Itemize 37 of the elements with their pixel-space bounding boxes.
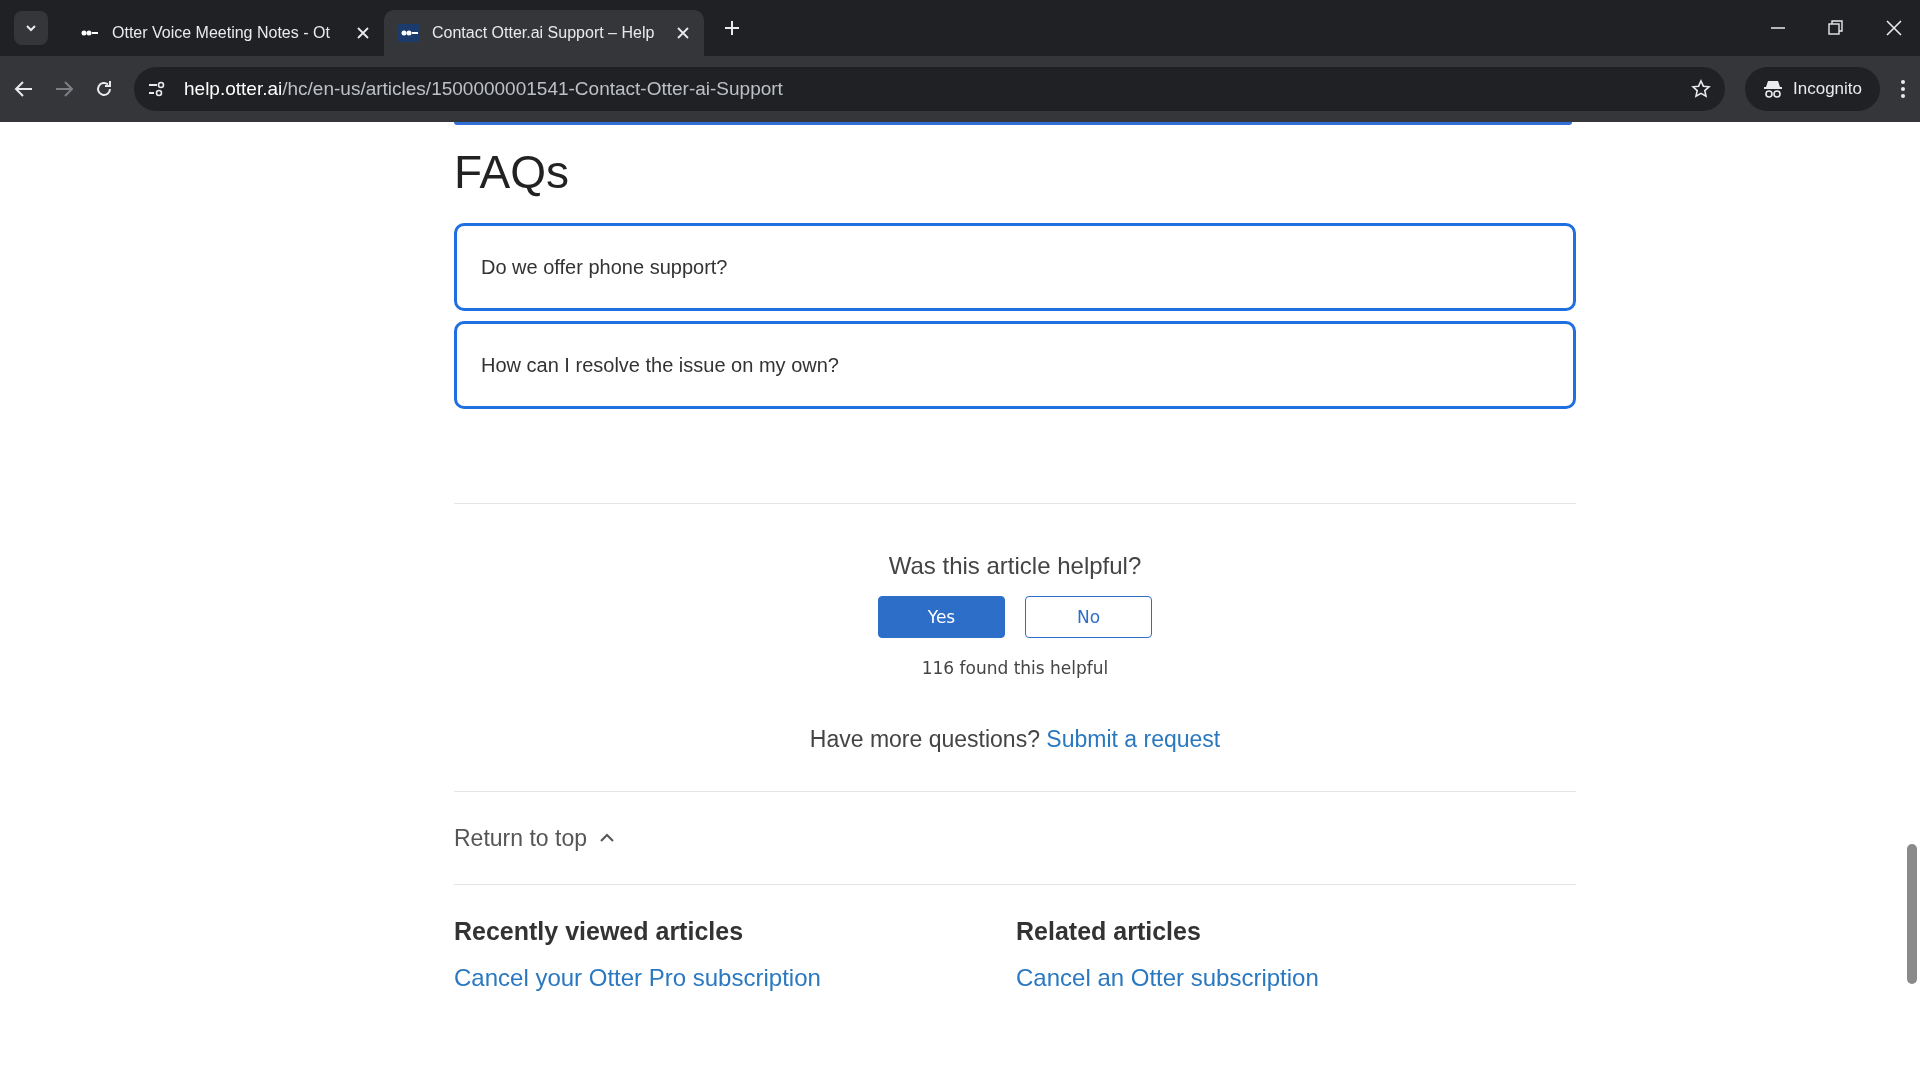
- article-link[interactable]: Cancel an Otter subscription: [1016, 964, 1319, 991]
- return-to-top-link[interactable]: Return to top: [454, 824, 587, 852]
- browser-tab[interactable]: Contact Otter.ai Support – Help: [384, 10, 704, 56]
- chevron-up-icon: [598, 832, 615, 844]
- forward-icon[interactable]: [54, 79, 74, 99]
- list-heading: Recently viewed articles: [454, 917, 745, 946]
- more-questions-text: Have more questions?: [809, 726, 1041, 752]
- submit-request-link[interactable]: Submit a request: [1046, 726, 1221, 752]
- helpful-count: 116 found this helpful: [920, 658, 1110, 678]
- close-icon[interactable]: [1886, 20, 1902, 36]
- more-menu-icon[interactable]: [1900, 79, 1906, 99]
- otter-logo-icon: [398, 24, 420, 42]
- new-tab-icon[interactable]: [724, 20, 740, 36]
- incognito-icon: [1763, 79, 1783, 99]
- incognito-button[interactable]: Incognito: [1745, 67, 1880, 111]
- feedback-question: Was this article helpful?: [887, 552, 1143, 580]
- scrollbar-thumb[interactable]: [1907, 844, 1917, 984]
- restore-icon[interactable]: [1828, 20, 1844, 36]
- reload-icon[interactable]: [94, 79, 114, 99]
- faq-item[interactable]: How can I resolve the issue on my own?: [454, 321, 1576, 409]
- vote-button[interactable]: No: [1025, 596, 1152, 638]
- address-bar[interactable]: help.otter.ai/hc/en-us/articles/1500000001541-Contact-Otter-ai-Support: [134, 67, 1725, 111]
- star-icon[interactable]: [1691, 79, 1711, 99]
- browser-tab[interactable]: Otter Voice Meeting Notes - Ot: [64, 10, 384, 56]
- close-icon[interactable]: [676, 26, 690, 40]
- back-icon[interactable]: [14, 79, 34, 99]
- section-heading: FAQs: [454, 145, 571, 199]
- list-heading: Related articles: [1016, 917, 1202, 946]
- site-settings-icon[interactable]: [148, 80, 166, 98]
- url-text: help.otter.ai/hc/en-us/articles/1500000001541-Contact-Otter-ai-Support: [184, 78, 784, 100]
- tab-title: Contact Otter.ai Support – Help: [432, 24, 656, 42]
- faq-item[interactable]: Do we offer phone support?: [454, 223, 1576, 311]
- close-icon[interactable]: [356, 26, 370, 40]
- tab-search-button[interactable]: [14, 11, 48, 45]
- vote-button[interactable]: Yes: [878, 596, 1005, 638]
- tab-title: Otter Voice Meeting Notes - Ot: [112, 24, 331, 42]
- article-link[interactable]: Cancel your Otter Pro subscription: [454, 964, 821, 991]
